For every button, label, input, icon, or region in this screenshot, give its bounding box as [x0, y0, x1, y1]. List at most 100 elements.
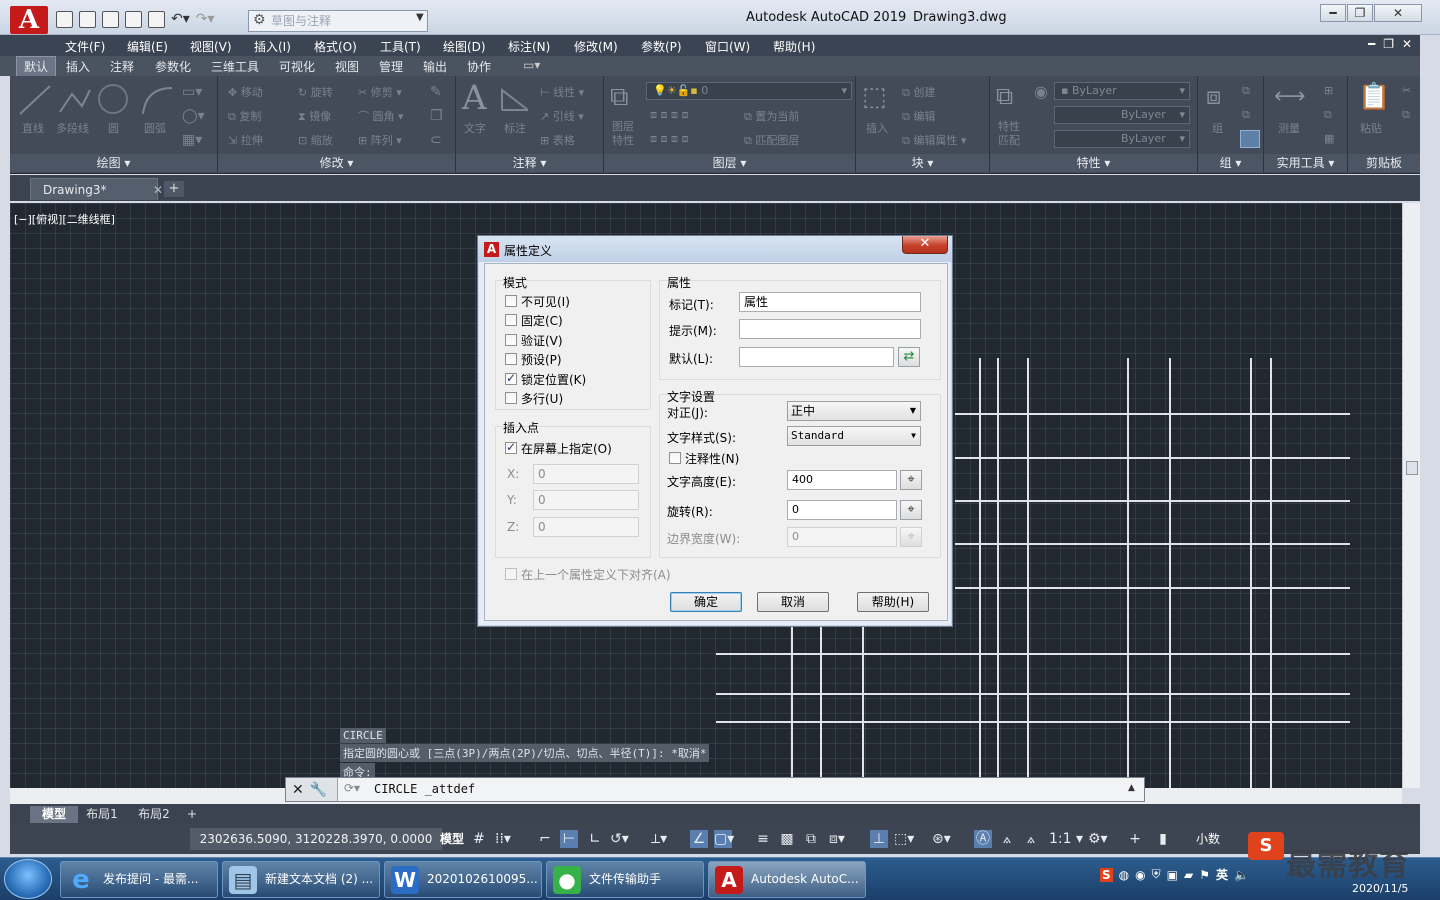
tab-view[interactable]: 视图 [335, 58, 359, 75]
layer-tools-row1[interactable]: ⧈ ⧈ ⧈ ⧈ [650, 108, 688, 122]
tab-3d-tools[interactable]: 三维工具 [211, 58, 259, 75]
minimize-button[interactable]: ━ [1320, 4, 1346, 22]
match-properties-label[interactable]: 特性匹配 [998, 120, 1026, 148]
group-icon[interactable]: ⧈ [1206, 82, 1221, 110]
menu-parameter[interactable]: 参数(P) [641, 38, 682, 55]
invisible-label[interactable]: 不可见(I) [521, 293, 570, 310]
dynamic-ucs-icon[interactable]: ⊥ [870, 830, 888, 848]
layer-match[interactable]: ⧉ 匹配图层 [744, 132, 799, 148]
modify-array[interactable]: ⊞ 阵列 ▾ [358, 132, 402, 148]
selection-filter-icon[interactable]: ⬚▾ [894, 830, 914, 848]
tab-parametric[interactable]: 参数化 [155, 58, 191, 75]
lock-position-checkbox[interactable] [505, 371, 517, 385]
rotation-field[interactable]: 0 [787, 500, 897, 520]
workspace-gear-icon[interactable]: ⚙▾ [1088, 830, 1108, 848]
tab-annotate[interactable]: 注释 [110, 58, 134, 75]
add-layout-button[interactable]: + [182, 806, 202, 823]
annotation-scale-value[interactable]: 1:1 ▾ [1046, 830, 1086, 848]
block-edit-attr[interactable]: ⧉ 编辑属性 ▾ [902, 132, 966, 148]
hatch-icon[interactable]: ▦▾ [182, 132, 202, 148]
modify-scale[interactable]: ⊡ 缩放 [298, 132, 333, 148]
block-edit[interactable]: ⧉ 编辑 [902, 108, 935, 124]
undo-icon[interactable]: ↶▾ [171, 11, 190, 27]
menu-help[interactable]: 帮助(H) [773, 38, 815, 55]
tab-insert[interactable]: 插入 [66, 58, 90, 75]
workspace-dropdown[interactable]: 草图与注释 [248, 10, 428, 32]
x-field[interactable]: 0 [533, 464, 639, 484]
wechat-tray-icon[interactable]: ◍ [1119, 868, 1129, 882]
application-menu-button[interactable]: A [10, 6, 48, 34]
group-label[interactable]: 组 [1212, 120, 1223, 136]
pick-rotation-icon[interactable]: ⌖ [900, 500, 922, 520]
start-button[interactable] [4, 859, 52, 899]
auto-scale-icon[interactable]: ⟑ [998, 830, 1016, 848]
preset-label[interactable]: 预设(P) [521, 351, 562, 368]
prompt-field[interactable] [739, 319, 921, 339]
dialog-titlebar[interactable]: A 属性定义 ✕ [478, 236, 952, 262]
verify-checkbox[interactable] [505, 334, 517, 346]
pick-boundary-icon[interactable]: ⌖ [900, 527, 922, 547]
object-snap-icon[interactable]: ▢▾ [714, 830, 734, 848]
menu-view[interactable]: 视图(V) [190, 38, 232, 55]
constant-checkbox[interactable] [505, 314, 517, 326]
block-insert-label[interactable]: 插入 [866, 120, 888, 136]
measure-icon[interactable]: ⟷ [1274, 84, 1306, 109]
pick-height-icon[interactable]: ⌖ [900, 470, 922, 490]
multiline-label[interactable]: 多行(U) [521, 390, 563, 407]
linetype-dropdown[interactable]: ByLayer ▾ [1054, 106, 1190, 124]
group-select-icon[interactable] [1240, 130, 1260, 148]
ellipse-icon[interactable]: ◯▾ [182, 108, 205, 124]
menu-dimension[interactable]: 标注(N) [508, 38, 550, 55]
text-height-field[interactable]: 400 [787, 470, 897, 490]
paste-icon[interactable]: 📋 [1358, 82, 1390, 112]
preset-checkbox[interactable] [505, 353, 517, 365]
chevron-down-icon[interactable]: ▼ [416, 12, 424, 23]
cancel-button[interactable]: 取消 [757, 592, 829, 612]
modify-rotate[interactable]: ↻ 旋转 [298, 84, 333, 100]
infer-constraints-icon[interactable]: ⌐ [536, 830, 554, 848]
lock-position-label[interactable]: 锁定位置(K) [521, 371, 586, 388]
flag-icon[interactable]: ⚑ [1199, 868, 1210, 882]
menu-tools[interactable]: 工具(T) [380, 38, 421, 55]
close-icon[interactable]: ✕ [292, 782, 304, 798]
viewport-controls[interactable]: [−][俯视][二维线框] [14, 211, 115, 227]
boundary-width-field[interactable]: 0 [787, 527, 897, 547]
tab-layout2[interactable]: 布局2 [130, 806, 178, 823]
default-field[interactable] [739, 347, 894, 367]
layer-dropdown[interactable]: 💡☀🔓▪ 0 ▾ [646, 82, 852, 100]
layer-properties-icon[interactable]: ⧉ [610, 82, 629, 113]
constant-label[interactable]: 固定(C) [521, 312, 563, 329]
layer-tools-row2[interactable]: ⧈ ⧈ ⧈ ⧈ [650, 132, 688, 146]
lineweight-dropdown[interactable]: ByLayer ▾ [1054, 130, 1190, 148]
menu-format[interactable]: 格式(O) [314, 38, 357, 55]
circle-icon[interactable] [98, 84, 128, 114]
units-selector[interactable]: 小数 [1196, 830, 1220, 847]
dialog-close-button[interactable]: ✕ [902, 236, 948, 254]
paste-label[interactable]: 粘贴 [1360, 120, 1382, 136]
color-dropdown[interactable]: ▪ ByLayer ▾ [1054, 82, 1190, 100]
insert-block-icon[interactable]: ⬚ [862, 82, 887, 112]
z-field[interactable]: 0 [533, 517, 639, 537]
help-button[interactable]: 帮助(H) [857, 592, 929, 612]
menu-draw[interactable]: 绘图(D) [443, 38, 486, 55]
modify-move[interactable]: ✥ 移动 [228, 84, 263, 100]
volume-icon[interactable]: 🔈 [1234, 868, 1249, 882]
doc-close-icon[interactable]: ✕ [1402, 37, 1412, 51]
y-field[interactable]: 0 [533, 490, 639, 510]
specify-on-screen-label[interactable]: 在屏幕上指定(O) [521, 440, 612, 457]
layer-properties-label[interactable]: 图层特性 [612, 120, 642, 148]
layer-set-current[interactable]: ⧉ 置为当前 [744, 108, 799, 124]
command-input[interactable]: CIRCLE _attdef [374, 782, 475, 796]
transparency-icon[interactable]: ▩ [778, 830, 796, 848]
dimension-icon[interactable] [498, 84, 532, 114]
tab-visualize[interactable]: 可视化 [279, 58, 315, 75]
ortho-icon[interactable]: ∟ [586, 830, 604, 848]
units-icon[interactable]: ▮ [1154, 830, 1172, 848]
erase-icon[interactable]: ✎ [430, 84, 442, 100]
panel-draw-label[interactable]: 绘图 ▾ [10, 154, 217, 172]
taskbar-item-word[interactable]: W 2020102610095... [384, 861, 542, 898]
menu-modify[interactable]: 修改(M) [574, 38, 618, 55]
selection-cycling-icon[interactable]: ⧉ [802, 830, 820, 848]
align-below-checkbox[interactable] [505, 568, 517, 580]
sogou-icon[interactable]: S [1100, 867, 1113, 882]
